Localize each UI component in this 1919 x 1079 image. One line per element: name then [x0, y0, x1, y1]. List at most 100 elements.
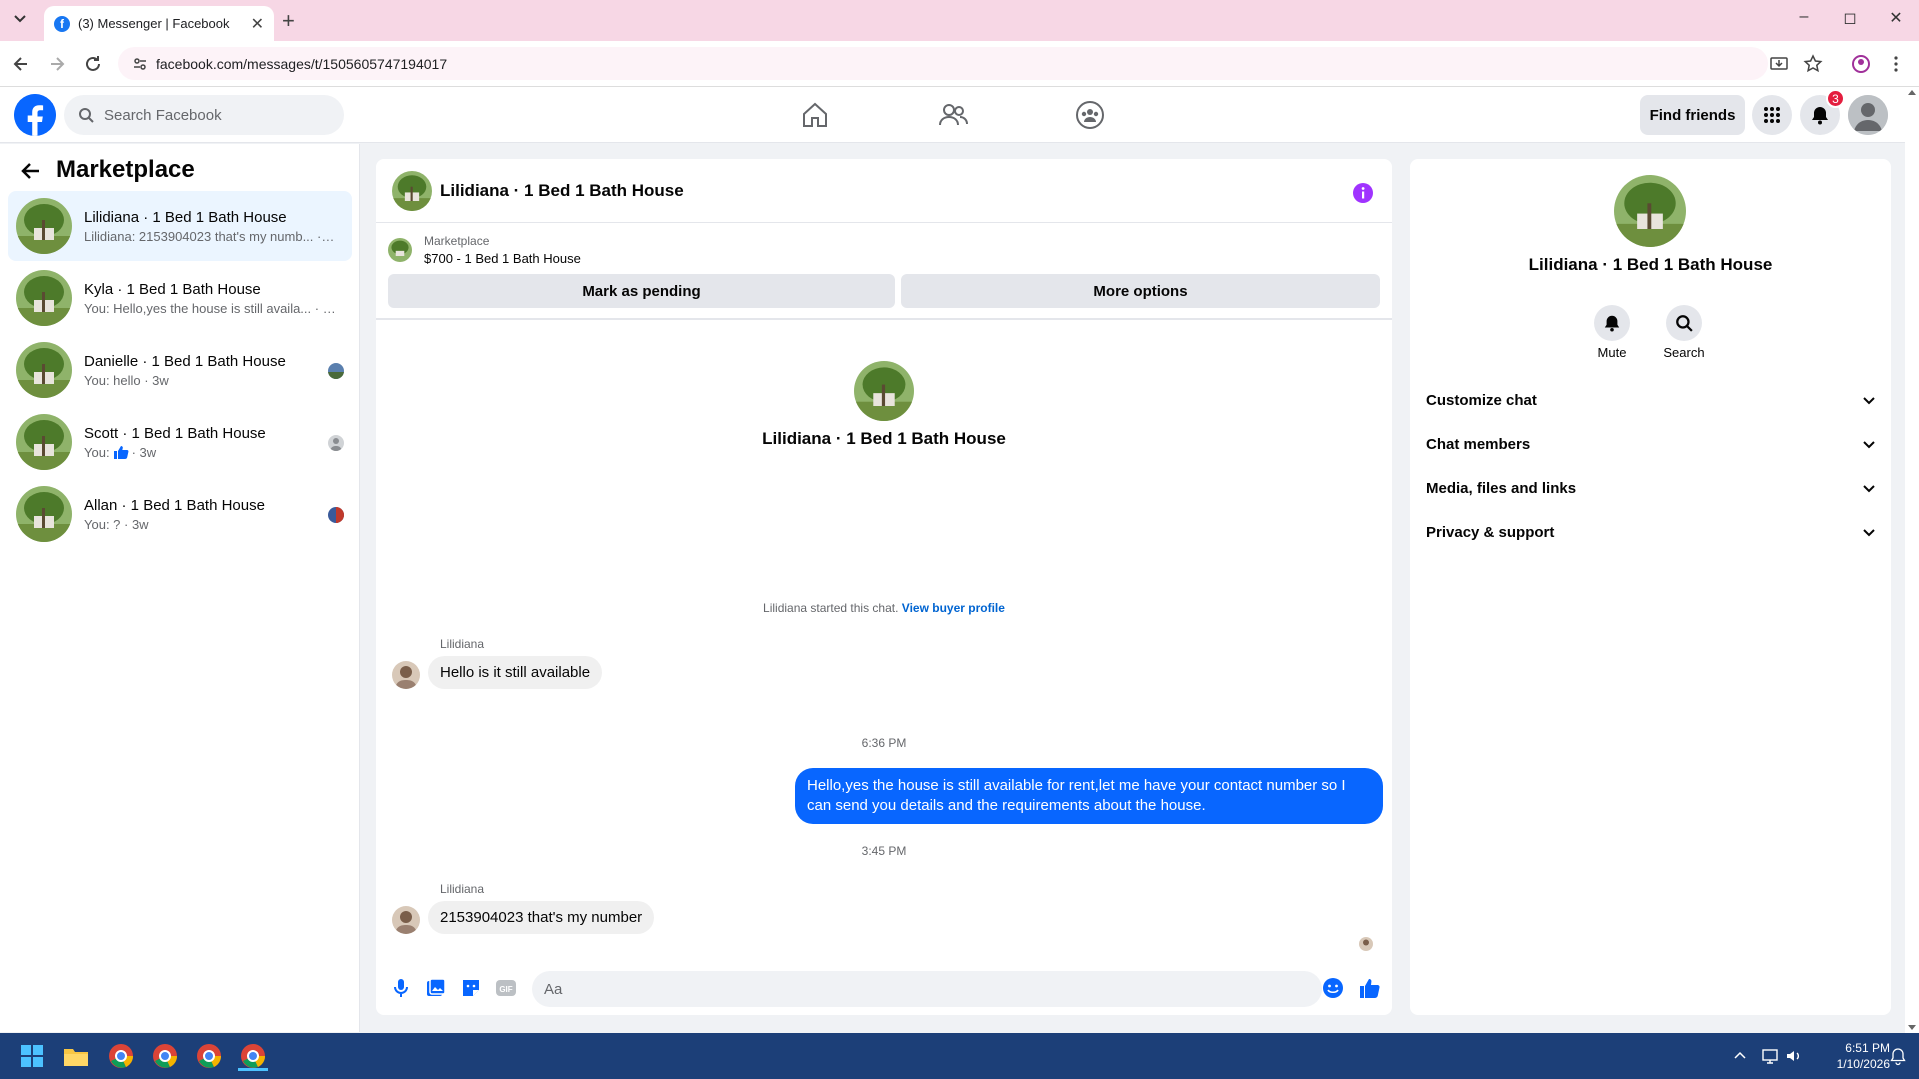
volume-icon[interactable] [1784, 1046, 1814, 1076]
listing-thumbnail [16, 414, 72, 470]
back-arrow-icon[interactable] [20, 160, 42, 182]
photo-attach-icon[interactable] [425, 977, 447, 999]
facebook-favicon-icon: f [54, 15, 70, 32]
page-scrollbar[interactable] [1905, 87, 1919, 1033]
minimize-button[interactable]: – [1782, 8, 1826, 26]
windows-taskbar [0, 1033, 1919, 1079]
message-input[interactable]: Aa [532, 971, 1322, 1007]
conversation-item-lilidiana[interactable]: Lilidiana · 1 Bed 1 Bath House Lilidiana… [8, 191, 352, 261]
listing-thumbnail [16, 486, 72, 542]
svg-text:GIF: GIF [499, 985, 512, 994]
mute-bell-icon[interactable] [1594, 305, 1630, 341]
url-text: facebook.com/messages/t/1505605747194017 [156, 55, 448, 72]
home-icon[interactable] [800, 100, 830, 130]
tab-close-icon[interactable]: ✕ [251, 14, 264, 34]
friends-icon[interactable] [938, 100, 968, 130]
search-label: Search [1663, 345, 1705, 360]
sticker-icon[interactable] [460, 977, 482, 999]
marketplace-listing-bar: Marketplace $700 - 1 Bed 1 Bath House Ma… [376, 224, 1392, 320]
conversation-info-icon[interactable] [1352, 182, 1374, 204]
close-window-button[interactable]: ✕ [1874, 8, 1918, 28]
notification-center-bell-icon[interactable] [1888, 1046, 1918, 1076]
browser-profile-icon[interactable] [1851, 54, 1873, 76]
notification-badge: 3 [1826, 89, 1845, 108]
chevron-down-icon [1862, 481, 1876, 495]
account-avatar[interactable] [1848, 95, 1888, 135]
message-bubble-incoming[interactable]: Hello is it still available [428, 656, 603, 689]
chevron-down-icon [1862, 393, 1876, 407]
facebook-search-input[interactable]: Search Facebook [64, 95, 344, 135]
seen-receipt-avatar [1359, 937, 1373, 951]
show-hidden-icons-chevron-icon[interactable] [1730, 1046, 1760, 1076]
listing-thumbnail [16, 198, 72, 254]
chevron-down-icon [1862, 437, 1876, 451]
message-input-placeholder: Aa [544, 980, 563, 998]
section-label: Media, files and links [1426, 479, 1577, 497]
conversation-item-kyla[interactable]: Kyla · 1 Bed 1 Bath House You: Hello,yes… [8, 263, 352, 333]
conversation-item-danielle[interactable]: Danielle · 1 Bed 1 Bath House You: hello… [8, 335, 352, 405]
view-buyer-profile-link[interactable]: View buyer profile [902, 601, 1005, 615]
bookmark-star-icon[interactable] [1803, 54, 1825, 76]
chrome-active-icon[interactable] [238, 1041, 268, 1071]
facebook-logo-icon[interactable] [14, 94, 56, 136]
preview-suffix: · 3w [131, 444, 157, 460]
message-timestamp: 3:45 PM [861, 844, 907, 858]
microphone-icon[interactable] [390, 977, 412, 999]
listing-thumbnail [16, 270, 72, 326]
browser-tab-messenger[interactable]: f (3) Messenger | Facebook ✕ [44, 6, 274, 41]
mark-as-pending-button[interactable]: Mark as pending [388, 274, 895, 308]
conversation-preview: You: hello · 3w [84, 372, 169, 388]
chrome-profile-1-icon[interactable] [106, 1041, 136, 1071]
message-timestamp: 6:36 PM [861, 736, 907, 750]
media-files-links-row[interactable]: Media, files and links [1426, 466, 1876, 510]
thumbs-up-icon [113, 445, 129, 459]
clock-time: 6:51 PM [1845, 1041, 1890, 1055]
system-clock[interactable]: 6:51 PM 1/10/2026 [1820, 1040, 1890, 1072]
listing-thumbnail[interactable] [388, 238, 412, 262]
search-placeholder: Search Facebook [104, 106, 222, 124]
read-receipt-avatar [328, 363, 344, 379]
message-bubble-outgoing[interactable]: Hello,yes the house is still available f… [795, 768, 1383, 824]
groups-icon[interactable] [1075, 100, 1105, 130]
chat-avatar[interactable] [392, 170, 432, 211]
windows-start-icon[interactable] [17, 1041, 47, 1071]
more-options-button[interactable]: More options [901, 274, 1380, 308]
site-settings-icon[interactable] [132, 56, 148, 72]
find-friends-button[interactable]: Find friends [1640, 95, 1745, 135]
listing-price-title[interactable]: $700 - 1 Bed 1 Bath House [424, 251, 581, 266]
sender-avatar[interactable] [392, 661, 420, 689]
message-sender: Lilidiana [440, 882, 485, 896]
restore-button[interactable]: ◻ [1828, 8, 1872, 28]
file-explorer-icon[interactable] [61, 1041, 91, 1071]
marketplace-title: Marketplace [56, 156, 195, 183]
intro-name: Lilidiana · 1 Bed 1 Bath House [762, 429, 1006, 448]
like-thumbs-up-icon[interactable] [1359, 977, 1381, 999]
emoji-icon[interactable] [1322, 977, 1344, 999]
tab-search-chevron-icon[interactable] [12, 10, 28, 26]
back-arrow-icon[interactable] [10, 53, 32, 75]
privacy-support-row[interactable]: Privacy & support [1426, 510, 1876, 554]
chrome-profile-2-icon[interactable] [150, 1041, 180, 1071]
details-avatar[interactable] [1614, 175, 1686, 247]
url-field[interactable]: facebook.com/messages/t/1505605747194017 [118, 47, 1768, 80]
conversation-item-scott[interactable]: Scott · 1 Bed 1 Bath House You: · 3w [8, 407, 352, 477]
customize-chat-row[interactable]: Customize chat [1426, 378, 1876, 422]
section-label: Customize chat [1426, 391, 1537, 409]
browser-menu-icon[interactable] [1886, 54, 1908, 76]
reload-icon[interactable] [82, 53, 104, 75]
conversation-preview: Lilidiana: 2153904023 that's my numb... … [84, 228, 336, 244]
chat-members-row[interactable]: Chat members [1426, 422, 1876, 466]
menu-grid-icon[interactable] [1752, 95, 1792, 135]
sender-avatar[interactable] [392, 906, 420, 934]
chrome-profile-3-icon[interactable] [194, 1041, 224, 1071]
chat-title[interactable]: Lilidiana · 1 Bed 1 Bath House [440, 181, 684, 201]
install-app-icon[interactable] [1769, 54, 1791, 76]
gif-icon[interactable]: GIF [495, 977, 517, 999]
message-bubble-incoming[interactable]: 2153904023 that's my number [428, 901, 655, 934]
search-in-conversation-icon[interactable] [1666, 305, 1702, 341]
conversation-preview: You: ? · 3w [84, 516, 149, 532]
forward-arrow-icon[interactable] [46, 53, 68, 75]
conversation-item-allan[interactable]: Allan · 1 Bed 1 Bath House You: ? · 3w [8, 479, 352, 549]
section-label: Chat members [1426, 435, 1531, 453]
new-tab-button[interactable]: + [282, 8, 295, 34]
